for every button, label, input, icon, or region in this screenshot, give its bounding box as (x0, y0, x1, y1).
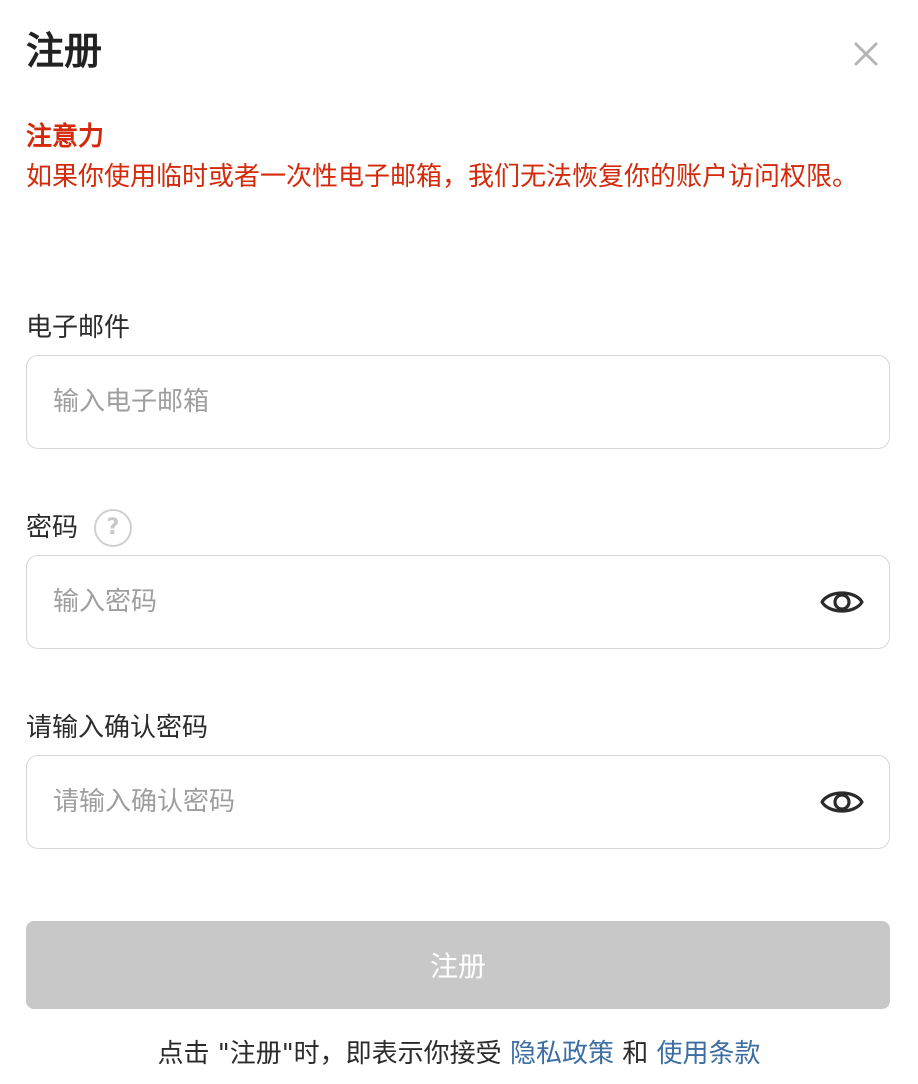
terms-notice: 点击 "注册"时，即表示你接受 隐私政策 和 使用条款 (0, 1034, 918, 1074)
password-label-text: 密码 (26, 513, 79, 543)
confirm-password-label-text: 请输入确认密码 (26, 713, 209, 743)
signup-dialog: 注册 注意力 如果你使用临时或者一次性电子邮箱，我们无法恢复你的账户访问权限。 … (0, 0, 918, 1084)
terms-conjunction: 和 (622, 1039, 649, 1069)
password-field-wrapper (26, 555, 890, 649)
email-label: 电子邮件 (26, 310, 130, 346)
terms-of-use-link[interactable]: 使用条款 (657, 1039, 761, 1069)
warning-text: 如果你使用临时或者一次性电子邮箱，我们无法恢复你的账户访问权限。 (26, 162, 859, 192)
confirm-password-field[interactable] (27, 756, 817, 848)
email-field[interactable] (27, 356, 889, 448)
close-icon (854, 42, 878, 66)
signup-submit-button[interactable]: 注册 (26, 921, 890, 1009)
confirm-password-field-wrapper (26, 755, 890, 849)
password-field[interactable] (27, 556, 817, 648)
close-button[interactable] (846, 34, 886, 74)
toggle-password-visibility-button[interactable] (817, 577, 867, 627)
warning-title: 注意力 (26, 122, 105, 152)
warning-notice: 注意力 如果你使用临时或者一次性电子邮箱，我们无法恢复你的账户访问权限。 (26, 118, 886, 198)
email-field-wrapper (26, 355, 890, 449)
email-label-text: 电子邮件 (26, 313, 131, 343)
privacy-policy-link[interactable]: 隐私政策 (510, 1039, 614, 1069)
eye-icon (820, 591, 864, 613)
dialog-title: 注册 (26, 29, 103, 73)
question-circle-icon[interactable]: ? (94, 509, 133, 547)
password-label: 密码 ? (26, 509, 133, 547)
terms-prefix: 点击 "注册"时，即表示你接受 (157, 1039, 502, 1069)
confirm-password-label: 请输入确认密码 (26, 710, 208, 746)
eye-icon (820, 791, 864, 813)
toggle-confirm-password-visibility-button[interactable] (817, 777, 867, 827)
